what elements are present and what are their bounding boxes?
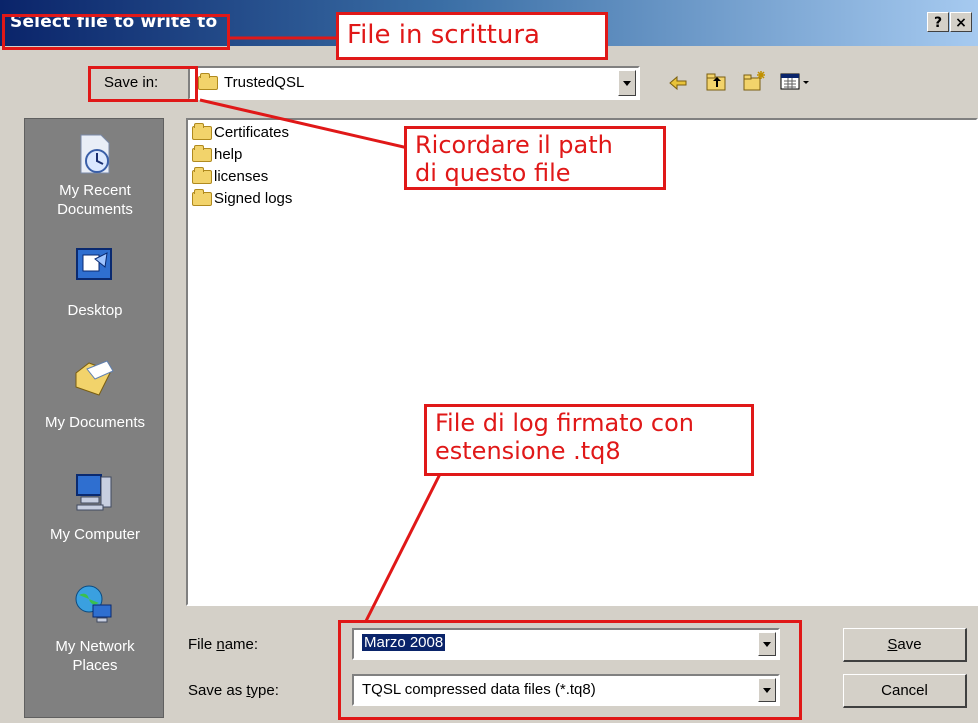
annotation-lines — [199, 36, 442, 622]
log-annotation: File di log firmato con estensione .tq8 — [424, 404, 754, 476]
filename-type-highlight-box — [338, 620, 802, 720]
path-annotation: Ricordare il path di questo file — [404, 126, 666, 190]
title-annotation: File in scrittura — [336, 12, 608, 60]
save-in-highlight-box — [88, 66, 198, 102]
save-file-dialog: Select file to write to ? × Save in: Tru… — [0, 0, 978, 723]
